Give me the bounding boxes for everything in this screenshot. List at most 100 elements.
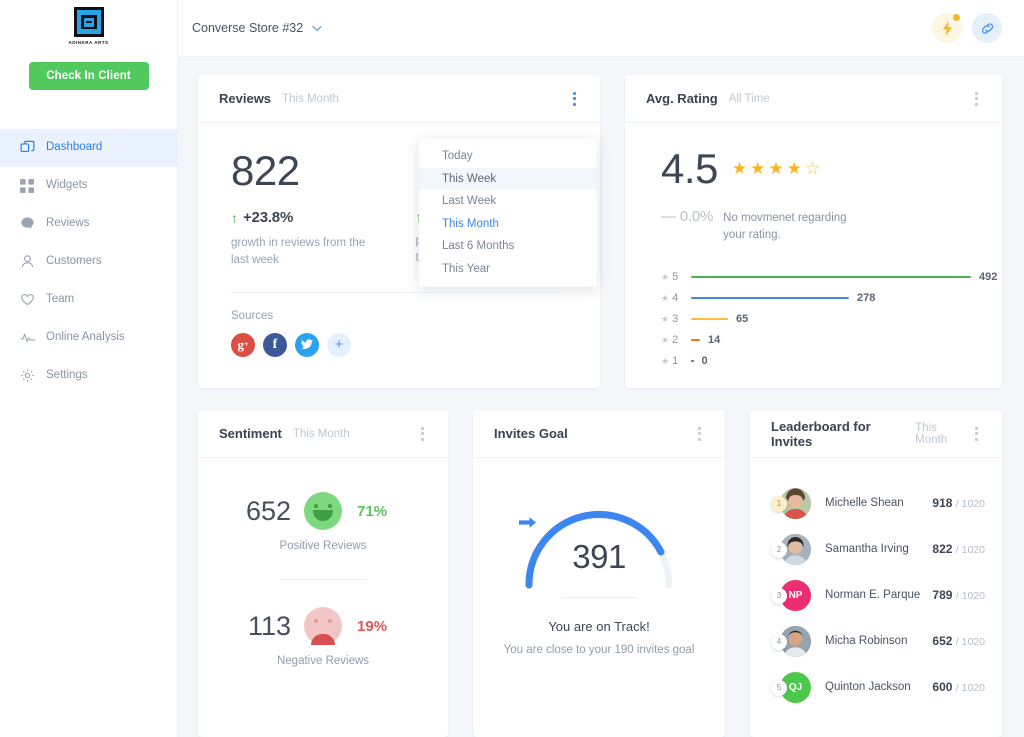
negative-sentiment-row: 113 19% <box>198 607 448 645</box>
card-period[interactable]: This Month <box>282 93 339 105</box>
reviews-card: Reviews This Month 822 ↑ +23.8% growth i… <box>198 75 600 388</box>
invites-goal-card-menu-button[interactable] <box>689 422 709 446</box>
notification-badge <box>953 14 960 21</box>
positive-percent: 71% <box>357 502 388 520</box>
dropdown-item-this-week[interactable]: This Week <box>419 167 597 190</box>
gear-icon <box>20 368 46 383</box>
facebook-source-icon[interactable]: f <box>263 332 287 357</box>
divider <box>561 597 637 598</box>
leaderboard-score: 789 / 1020 <box>932 588 985 602</box>
rating-bar-value: 14 <box>708 334 721 346</box>
sidebar-item-customers[interactable]: Customers <box>0 243 177 281</box>
google-plus-source-icon[interactable]: g + <box>231 332 255 357</box>
rank-badge: 5 <box>771 679 788 696</box>
rank-badge: 1 <box>771 495 788 512</box>
card-period[interactable]: This Month <box>293 428 350 440</box>
rating-bar-label: ★ 3 <box>661 313 679 325</box>
star-icon: ★ <box>661 355 670 366</box>
store-selector[interactable]: Converse Store #32 <box>192 21 322 35</box>
sentiment-card-header: Sentiment This Month <box>198 410 449 458</box>
rating-bar-value: 0 <box>701 355 708 367</box>
invites-goal-card-body: 391 You are on Track! You are close to y… <box>473 458 725 656</box>
leaderboard-row[interactable]: 1 Michelle Shean 918 / 1020 <box>750 480 1002 526</box>
leaderboard-row[interactable]: 4 Micha Robinson 652 / 1020 <box>750 618 1002 664</box>
sources-label: Sources <box>231 309 274 322</box>
leaderboard-row[interactable]: 3 NP Norman E. Parque 789 / 1020 <box>750 572 1002 618</box>
link-chain-icon <box>980 21 995 36</box>
rating-bar-label: ★ 5 <box>661 271 679 283</box>
negative-percent: 19% <box>357 617 388 635</box>
rating-bar-row: ★ 5 492 <box>661 267 1002 288</box>
divider <box>231 291 561 293</box>
invites-subtext: You are close to your 190 invites goal <box>503 644 695 656</box>
avg-rating-card-menu-button[interactable] <box>966 87 986 111</box>
rating-bar-row: ★ 4 278 <box>661 288 1002 309</box>
sidebar-item-reviews[interactable]: Reviews <box>0 205 177 243</box>
star-icon-half: ☆ <box>804 159 822 178</box>
brand-logo[interactable]: ADINKRA ARTS <box>0 0 177 45</box>
speech-bubble-icon <box>20 216 46 231</box>
invites-status: You are on Track! <box>548 619 650 634</box>
invites-value: 391 <box>572 538 626 575</box>
invites-gauge: 391 <box>519 485 679 589</box>
sidebar-item-label: Widgets <box>46 178 88 191</box>
rating-bar-fill <box>691 359 694 363</box>
sentiment-card-menu-button[interactable] <box>412 422 432 446</box>
rating-score: 4.5 <box>661 145 718 192</box>
reviews-card-header: Reviews This Month <box>198 75 600 123</box>
star-icon-filled: ★ <box>750 159 767 178</box>
reviews-card-menu-button[interactable] <box>564 87 584 111</box>
twitter-source-icon[interactable] <box>295 332 319 357</box>
layers-icon <box>20 140 46 155</box>
copy-link-button[interactable] <box>972 13 1002 43</box>
rating-bar-row: ★ 3 65 <box>661 309 1002 330</box>
card-title: Reviews <box>219 91 272 106</box>
avg-rating-card-header: Avg. Rating All Time <box>625 75 1002 123</box>
leaderboard-card-header: Leaderboard for Invites This Month <box>750 410 1002 458</box>
check-in-client-button[interactable]: Check In Client <box>28 61 149 90</box>
dropdown-item-last-week[interactable]: Last Week <box>419 190 597 213</box>
reviews-delta-description: growth in reviews from the last week <box>231 237 366 267</box>
dropdown-item-this-year[interactable]: This Year <box>419 258 597 281</box>
adinkra-square-logo-icon <box>73 7 104 37</box>
rating-bar-value: 492 <box>979 271 998 283</box>
rating-bar-fill <box>691 317 728 321</box>
main-area: Converse Store #32 Reviews This Month 82… <box>178 0 1024 737</box>
quick-actions-button[interactable] <box>932 13 962 43</box>
dropdown-item-this-month[interactable]: This Month <box>419 213 597 236</box>
sidebar-item-settings[interactable]: Settings <box>0 357 177 395</box>
rating-score-row: 4.5 ★ ★ ★ ★ ☆ <box>661 148 1002 190</box>
sidebar-item-dashboard[interactable]: Dashboard <box>0 128 177 167</box>
positive-sentiment-row: 652 71% <box>198 492 448 530</box>
sidebar-item-team[interactable]: Team <box>0 281 177 319</box>
leaderboard-name: Micha Robinson <box>825 635 908 647</box>
add-source-button[interactable]: + <box>327 332 351 357</box>
leaderboard-card-menu-button[interactable] <box>968 422 986 446</box>
period-dropdown-menu: Today This Week Last Week This Month Las… <box>419 138 597 287</box>
star-icon: ★ <box>661 292 670 303</box>
rank-badge: 2 <box>771 541 788 558</box>
sidebar-item-label: Settings <box>46 368 88 381</box>
dropdown-item-last-6-months[interactable]: Last 6 Months <box>419 235 597 258</box>
sidebar-item-widgets[interactable]: Widgets <box>0 167 177 205</box>
leaderboard-name: Samantha Irving <box>825 543 909 555</box>
leaderboard-score: 600 / 1020 <box>932 680 985 694</box>
rating-movement-description: No movmenet regarding your rating. <box>723 212 847 242</box>
rating-bar-label: ★ 4 <box>661 292 679 304</box>
rating-bar-label: ★ 2 <box>661 334 679 346</box>
sidebar: ADINKRA ARTS Check In Client Dashboard W… <box>0 0 178 737</box>
sidebar-item-label: Online Analysis <box>46 330 125 343</box>
leaderboard-row[interactable]: 2 Samantha Irving 822 / 1020 <box>750 526 1002 572</box>
topbar: Converse Store #32 <box>178 0 1024 57</box>
cards-row-top: Reviews This Month 822 ↑ +23.8% growth i… <box>198 75 1002 388</box>
invites-goal-card-header: Invites Goal <box>473 410 726 458</box>
sidebar-item-online-analysis[interactable]: Online Analysis <box>0 319 177 357</box>
card-period[interactable]: This Month <box>915 422 967 446</box>
dashboard-content: Reviews This Month 822 ↑ +23.8% growth i… <box>178 57 1024 737</box>
card-period[interactable]: All Time <box>729 93 770 105</box>
heart-icon <box>20 292 46 307</box>
leaderboard-row[interactable]: 5 QJ Quinton Jackson 600 / 1020 <box>750 664 1002 710</box>
dropdown-item-today[interactable]: Today <box>419 145 597 168</box>
card-title: Leaderboard for Invites <box>771 418 871 449</box>
store-name: Converse Store #32 <box>192 21 304 35</box>
